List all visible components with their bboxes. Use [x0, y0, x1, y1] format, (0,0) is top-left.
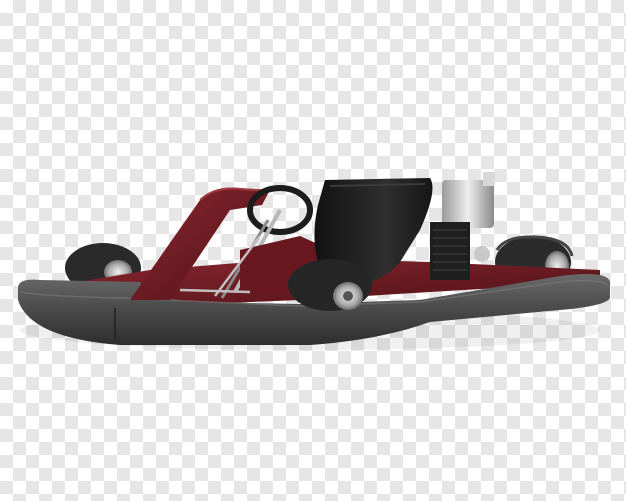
- transparency-checkerboard: [0, 0, 626, 501]
- go-kart-image: [18, 172, 610, 350]
- engine: [430, 172, 495, 280]
- front-right-wheel: [288, 259, 372, 311]
